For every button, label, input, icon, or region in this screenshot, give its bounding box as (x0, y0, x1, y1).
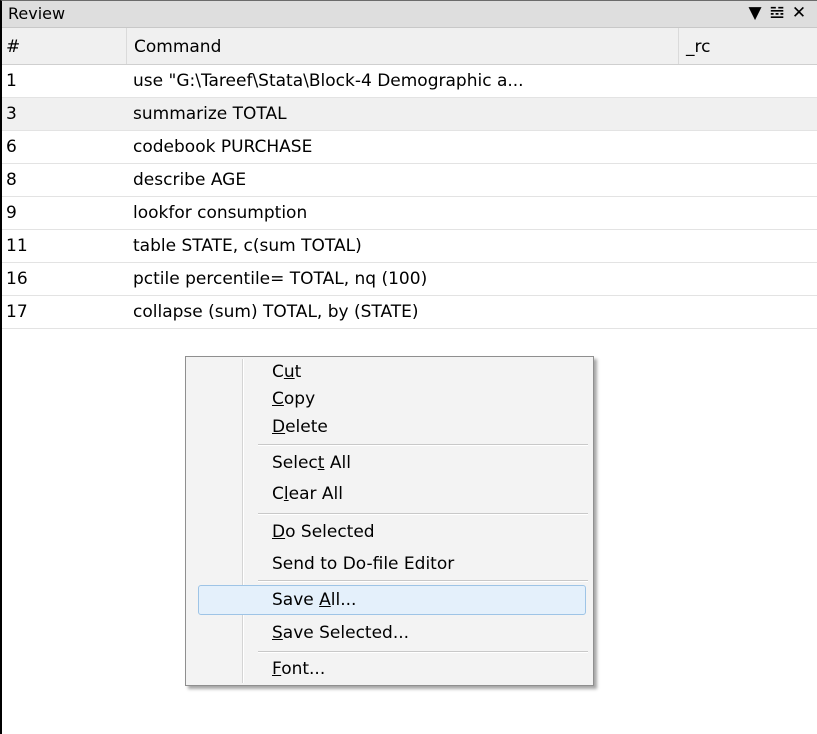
row-number: 8 (6, 170, 17, 190)
table-header: # Command _rc (2, 28, 817, 65)
menu-item-select-all[interactable]: Select All (272, 451, 351, 475)
menu-item-clear-all[interactable]: Clear All (272, 482, 343, 506)
menu-separator (258, 580, 588, 582)
row-number: 16 (6, 269, 28, 289)
row-number: 3 (6, 104, 17, 124)
close-icon[interactable]: ✕ (791, 3, 813, 23)
row-number: 9 (6, 203, 17, 223)
row-command: table STATE, c(sum TOTAL) (133, 236, 362, 256)
menu-separator (258, 444, 588, 446)
table-row[interactable]: 9 lookfor consumption (2, 197, 817, 230)
row-command: lookfor consumption (133, 203, 308, 223)
menu-separator (258, 651, 588, 653)
review-titlebar[interactable]: Review ▼ 𝌧✕ (2, 1, 817, 28)
pin-icon[interactable]: 𝌧 (769, 3, 791, 23)
menu-item-delete[interactable]: Delete (272, 415, 328, 439)
table-row[interactable]: 11 table STATE, c(sum TOTAL) (2, 230, 817, 263)
menu-item-copy[interactable]: Copy (272, 387, 315, 411)
table-row[interactable]: 6 codebook PURCHASE (2, 131, 817, 164)
table-row[interactable]: 3 summarize TOTAL (2, 98, 817, 131)
column-header-rc[interactable]: _rc (678, 28, 817, 64)
menu-item-font[interactable]: Font... (272, 657, 325, 681)
context-menu: Cut Copy Delete Select All Clear All Do … (185, 356, 594, 686)
menu-item-do-selected[interactable]: Do Selected (272, 520, 375, 544)
menu-item-save-selected[interactable]: Save Selected... (272, 621, 409, 645)
filter-icon[interactable]: ▼ (747, 3, 769, 23)
row-command: pctile percentile= TOTAL, nq (100) (133, 269, 428, 289)
row-command: codebook PURCHASE (133, 137, 313, 157)
table-row[interactable]: 17 collapse (sum) TOTAL, by (STATE) (2, 296, 817, 329)
row-command: collapse (sum) TOTAL, by (STATE) (133, 302, 419, 322)
row-command: describe AGE (133, 170, 247, 190)
menu-item-send-to-do-file-editor[interactable]: Send to Do-file Editor (272, 552, 454, 576)
row-number: 17 (6, 302, 28, 322)
column-header-command[interactable]: Command (126, 28, 678, 64)
row-command: summarize TOTAL (133, 104, 287, 124)
table-row[interactable]: 8 describe AGE (2, 164, 817, 197)
menu-separator (258, 513, 588, 515)
table-row[interactable]: 1 use "G:\Tareef\Stata\Block-4 Demographi… (2, 65, 817, 98)
menu-item-save-all[interactable]: Save All... (272, 588, 356, 612)
command-list: 1 use "G:\Tareef\Stata\Block-4 Demographi… (2, 65, 817, 329)
table-row[interactable]: 16 pctile percentile= TOTAL, nq (100) (2, 263, 817, 296)
panel-title: Review (8, 4, 66, 23)
menu-item-cut[interactable]: Cut (272, 360, 301, 384)
row-command: use "G:\Tareef\Stata\Block-4 Demographic… (133, 71, 524, 91)
column-header-number[interactable]: # (6, 28, 20, 64)
row-number: 11 (6, 236, 28, 256)
row-number: 1 (6, 71, 17, 91)
row-number: 6 (6, 137, 17, 157)
menu-highlight (198, 585, 586, 615)
